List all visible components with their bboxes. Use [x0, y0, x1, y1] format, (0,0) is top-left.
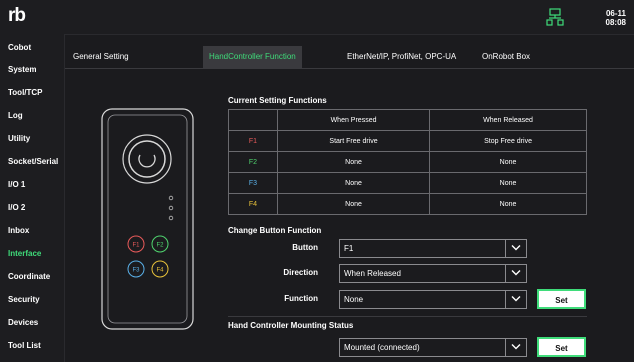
brand-logo: rb: [8, 5, 26, 26]
set-mounting-button[interactable]: Set: [537, 337, 586, 357]
f1-key-label: F1: [132, 243, 140, 249]
function-dropdown-arrow[interactable]: [505, 291, 526, 308]
f4-key-label: F4: [156, 268, 164, 274]
row-pressed: Start Free drive: [276, 130, 431, 152]
header-when-pressed: When Pressed: [276, 109, 431, 131]
row-pressed: None: [276, 172, 431, 194]
header-when-released: When Released: [429, 109, 587, 131]
mounting-status-title: Hand Controller Mounting Status: [228, 321, 354, 330]
sidebar-item-io1[interactable]: I/O 1: [0, 174, 64, 196]
table-header-row: When Pressed When Released: [228, 109, 587, 131]
row-released: None: [429, 172, 587, 194]
sidebar-item-tool-list[interactable]: Tool List: [0, 335, 64, 357]
row-key: F3: [228, 172, 278, 194]
row-released: Stop Free drive: [429, 130, 587, 152]
direction-label: Direction: [283, 268, 318, 277]
chevron-down-icon: [511, 245, 521, 251]
hand-controller-illustration: F1 F2 F3 F4: [101, 108, 194, 330]
direction-select-value: When Released: [344, 269, 401, 278]
button-select-value: F1: [344, 244, 354, 253]
sidebar-item-security[interactable]: Security: [0, 289, 64, 311]
top-bar: rb 06-11 08:08: [0, 0, 634, 35]
tab-ethernet-ip[interactable]: EtherNet/IP, ProfiNet, OPC-UA: [341, 46, 462, 68]
sidebar-item-inbox[interactable]: Inbox: [0, 220, 64, 242]
row-key: F4: [228, 193, 278, 215]
table-row: F2 None None: [228, 151, 587, 173]
set-function-button[interactable]: Set: [537, 289, 586, 309]
mounting-status-select[interactable]: Mounted (connected): [339, 338, 527, 357]
section-divider: [228, 316, 587, 317]
row-pressed: None: [276, 193, 431, 215]
sidebar-item-utility[interactable]: Utility: [0, 128, 64, 150]
direction-dropdown-arrow[interactable]: [505, 265, 526, 282]
sidebar-item-devices[interactable]: Devices: [0, 312, 64, 334]
sidebar-item-log[interactable]: Log: [0, 105, 64, 127]
row-pressed: None: [276, 151, 431, 173]
sidebar-item-coordinate[interactable]: Coordinate: [0, 266, 64, 288]
row-released: None: [429, 151, 587, 173]
f3-key-label: F3: [132, 268, 140, 274]
row-key: F2: [228, 151, 278, 173]
current-settings-title: Current Setting Functions: [228, 96, 327, 105]
row-released: None: [429, 193, 587, 215]
tab-bar: General Setting HandController Function …: [65, 46, 634, 69]
table-header-empty: [228, 109, 278, 131]
table-row: F3 None None: [228, 172, 587, 194]
sidebar: Cobot System Tool/TCP Log Utility Socket…: [0, 34, 65, 362]
tab-handcontroller-function[interactable]: HandController Function: [203, 46, 302, 68]
change-function-title: Change Button Function: [228, 226, 322, 235]
sidebar-item-socket-serial[interactable]: Socket/Serial: [0, 151, 64, 173]
chevron-down-icon: [511, 270, 521, 276]
function-select-value: None: [344, 295, 364, 304]
sidebar-item-interface[interactable]: Interface: [0, 243, 64, 265]
button-select[interactable]: F1: [339, 239, 527, 258]
f2-key-label: F2: [156, 243, 164, 249]
tab-general-setting[interactable]: General Setting: [67, 46, 135, 68]
table-row: F1 Start Free drive Stop Free drive: [228, 130, 587, 152]
mounting-dropdown-arrow[interactable]: [505, 339, 526, 356]
date-text: 06-11: [605, 9, 626, 18]
mounting-status-value: Mounted (connected): [344, 343, 420, 352]
tab-onrobot-box[interactable]: OnRobot Box: [476, 46, 536, 68]
button-dropdown-arrow[interactable]: [505, 240, 526, 257]
function-label: Function: [284, 294, 318, 303]
current-settings-table: When Pressed When Released F1 Start Free…: [228, 109, 587, 215]
chevron-down-icon: [511, 344, 521, 350]
sidebar-item-system[interactable]: System: [0, 59, 64, 81]
direction-select[interactable]: When Released: [339, 264, 527, 283]
row-key: F1: [228, 130, 278, 152]
sidebar-item-tool-tcp[interactable]: Tool/TCP: [0, 82, 64, 104]
sidebar-item-io2[interactable]: I/O 2: [0, 197, 64, 219]
network-icon[interactable]: [546, 8, 564, 26]
sidebar-item-cobot[interactable]: Cobot: [0, 37, 64, 59]
date-time: 06-11 08:08: [606, 9, 626, 27]
button-label: Button: [292, 243, 318, 252]
function-select[interactable]: None: [339, 290, 527, 309]
table-row: F4 None None: [228, 193, 587, 215]
time-text: 08:08: [605, 18, 626, 27]
chevron-down-icon: [511, 296, 521, 302]
